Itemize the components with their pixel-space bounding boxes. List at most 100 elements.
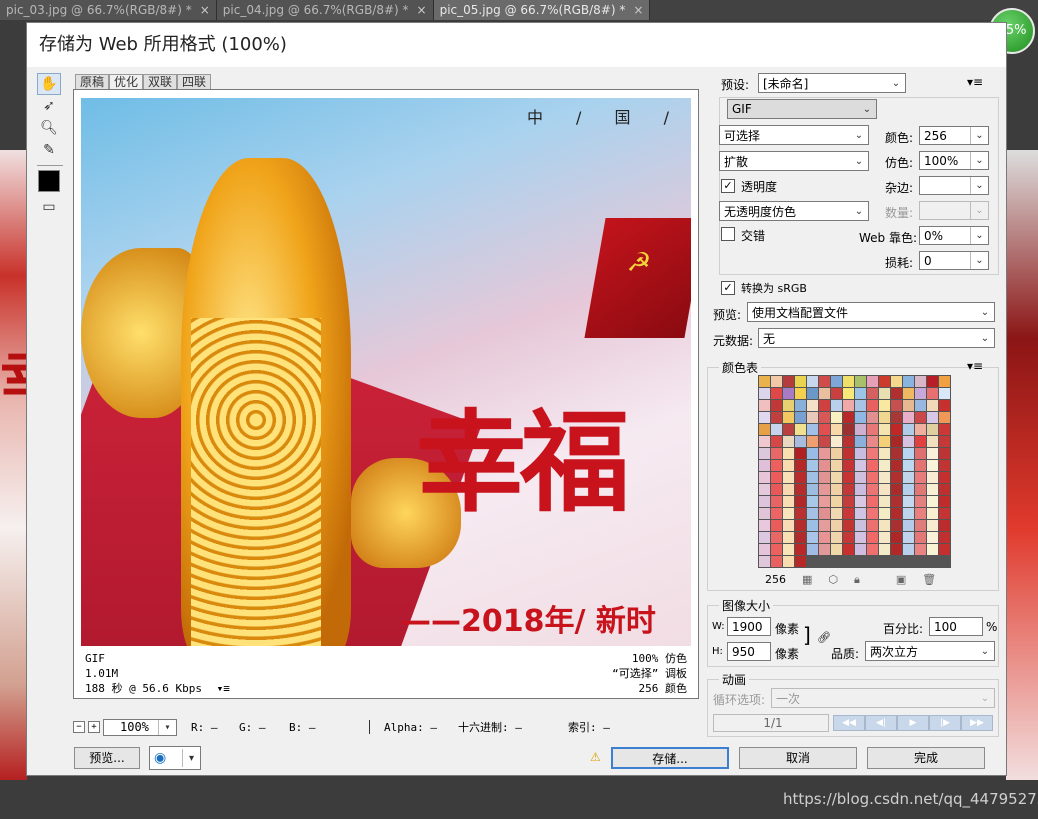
color-swatch[interactable]	[819, 412, 830, 423]
color-swatch[interactable]	[939, 508, 950, 519]
color-swatch[interactable]	[795, 508, 806, 519]
eyedropper-color-swatch[interactable]	[38, 170, 60, 192]
color-swatch[interactable]	[879, 448, 890, 459]
color-swatch[interactable]	[819, 544, 830, 555]
color-swatch[interactable]	[819, 448, 830, 459]
color-swatch[interactable]	[891, 508, 902, 519]
color-swatch[interactable]	[843, 484, 854, 495]
preview-button[interactable]: 预览...	[74, 747, 140, 769]
color-swatch[interactable]	[915, 388, 926, 399]
color-swatch[interactable]	[927, 448, 938, 459]
color-swatch[interactable]	[831, 400, 842, 411]
color-swatch[interactable]	[771, 448, 782, 459]
color-swatch[interactable]	[819, 496, 830, 507]
color-swatch[interactable]	[807, 460, 818, 471]
color-swatch[interactable]	[831, 376, 842, 387]
color-swatch[interactable]	[915, 376, 926, 387]
color-swatch[interactable]	[915, 484, 926, 495]
color-swatch[interactable]	[795, 484, 806, 495]
color-swatch[interactable]	[783, 532, 794, 543]
done-button[interactable]: 完成	[867, 747, 985, 769]
color-swatch[interactable]	[831, 520, 842, 531]
color-swatch[interactable]	[783, 376, 794, 387]
color-swatch[interactable]	[831, 424, 842, 435]
color-swatch[interactable]	[867, 376, 878, 387]
color-swatch[interactable]	[759, 448, 770, 459]
dither-amount-select[interactable]: 100% ⌄	[919, 151, 989, 170]
dither-algorithm-select[interactable]: 扩散 ⌄	[719, 151, 869, 171]
color-swatch[interactable]	[831, 436, 842, 447]
color-swatch[interactable]	[819, 520, 830, 531]
document-tab[interactable]: pic_05.jpg @ 66.7%(RGB/8#) * ×	[433, 0, 651, 20]
color-swatch[interactable]	[771, 508, 782, 519]
color-swatch[interactable]	[867, 460, 878, 471]
color-swatch[interactable]	[939, 412, 950, 423]
color-swatch[interactable]	[819, 436, 830, 447]
color-swatch[interactable]	[927, 424, 938, 435]
color-swatch[interactable]	[903, 508, 914, 519]
color-swatch[interactable]	[939, 448, 950, 459]
color-swatch[interactable]	[843, 424, 854, 435]
color-swatch[interactable]	[759, 460, 770, 471]
color-swatch[interactable]	[783, 412, 794, 423]
prev-frame-icon[interactable]: ◀|	[865, 715, 897, 731]
color-swatch[interactable]	[795, 400, 806, 411]
color-swatch[interactable]	[819, 484, 830, 495]
play-icon[interactable]: ▶	[897, 715, 929, 731]
transparency-dither-select[interactable]: 无透明度仿色 ⌄	[719, 201, 869, 221]
color-swatch[interactable]	[927, 472, 938, 483]
color-swatch[interactable]	[939, 544, 950, 555]
color-swatch[interactable]	[891, 436, 902, 447]
color-swatch[interactable]	[867, 496, 878, 507]
color-swatch[interactable]	[783, 520, 794, 531]
color-swatch[interactable]	[831, 460, 842, 471]
color-swatch[interactable]	[795, 472, 806, 483]
color-swatch[interactable]	[759, 484, 770, 495]
color-swatch[interactable]	[819, 532, 830, 543]
document-tab[interactable]: pic_03.jpg @ 66.7%(RGB/8#) * ×	[0, 0, 217, 20]
tab-original[interactable]: 原稿	[75, 74, 110, 90]
color-swatch[interactable]	[855, 460, 866, 471]
srgb-checkbox[interactable]: ✓	[721, 281, 735, 295]
color-swatch[interactable]	[891, 412, 902, 423]
color-swatch[interactable]	[915, 520, 926, 531]
color-swatch[interactable]	[855, 520, 866, 531]
close-icon[interactable]: ×	[633, 0, 643, 20]
color-swatch[interactable]	[867, 424, 878, 435]
color-swatch[interactable]	[891, 400, 902, 411]
color-swatch[interactable]	[843, 412, 854, 423]
color-table-menu-icon[interactable]: ▾≡	[967, 359, 983, 373]
color-swatch[interactable]	[831, 412, 842, 423]
metadata-select[interactable]: 无 ⌄	[758, 328, 995, 348]
color-swatch[interactable]	[819, 400, 830, 411]
color-swatch[interactable]	[831, 496, 842, 507]
color-swatch[interactable]	[759, 520, 770, 531]
color-swatch[interactable]	[927, 520, 938, 531]
color-swatch[interactable]	[939, 424, 950, 435]
color-swatch[interactable]	[807, 436, 818, 447]
color-swatch[interactable]	[879, 520, 890, 531]
map-transparent-icon[interactable]: ▦	[802, 573, 812, 587]
color-swatch[interactable]	[891, 532, 902, 543]
color-swatch[interactable]	[879, 388, 890, 399]
color-swatch[interactable]	[903, 520, 914, 531]
color-swatch[interactable]	[939, 532, 950, 543]
matte-select[interactable]: ⌄	[919, 176, 989, 195]
browser-select[interactable]: ◉ ▾	[149, 746, 201, 770]
color-swatch[interactable]	[843, 508, 854, 519]
color-swatch[interactable]	[795, 388, 806, 399]
save-button[interactable]: 存储...	[611, 747, 729, 769]
color-swatch[interactable]	[855, 436, 866, 447]
color-swatch[interactable]	[831, 532, 842, 543]
zoom-icon[interactable]: 🔍︎	[37, 117, 61, 139]
color-swatch[interactable]	[759, 424, 770, 435]
color-swatch[interactable]	[759, 556, 770, 567]
info-menu-icon[interactable]: ▾≡	[217, 682, 230, 695]
color-swatch[interactable]	[807, 532, 818, 543]
color-swatch[interactable]	[927, 532, 938, 543]
color-swatch[interactable]	[807, 508, 818, 519]
color-swatch[interactable]	[759, 376, 770, 387]
color-swatch[interactable]	[843, 532, 854, 543]
percent-input[interactable]: 100	[929, 617, 983, 636]
color-swatch[interactable]	[939, 460, 950, 471]
